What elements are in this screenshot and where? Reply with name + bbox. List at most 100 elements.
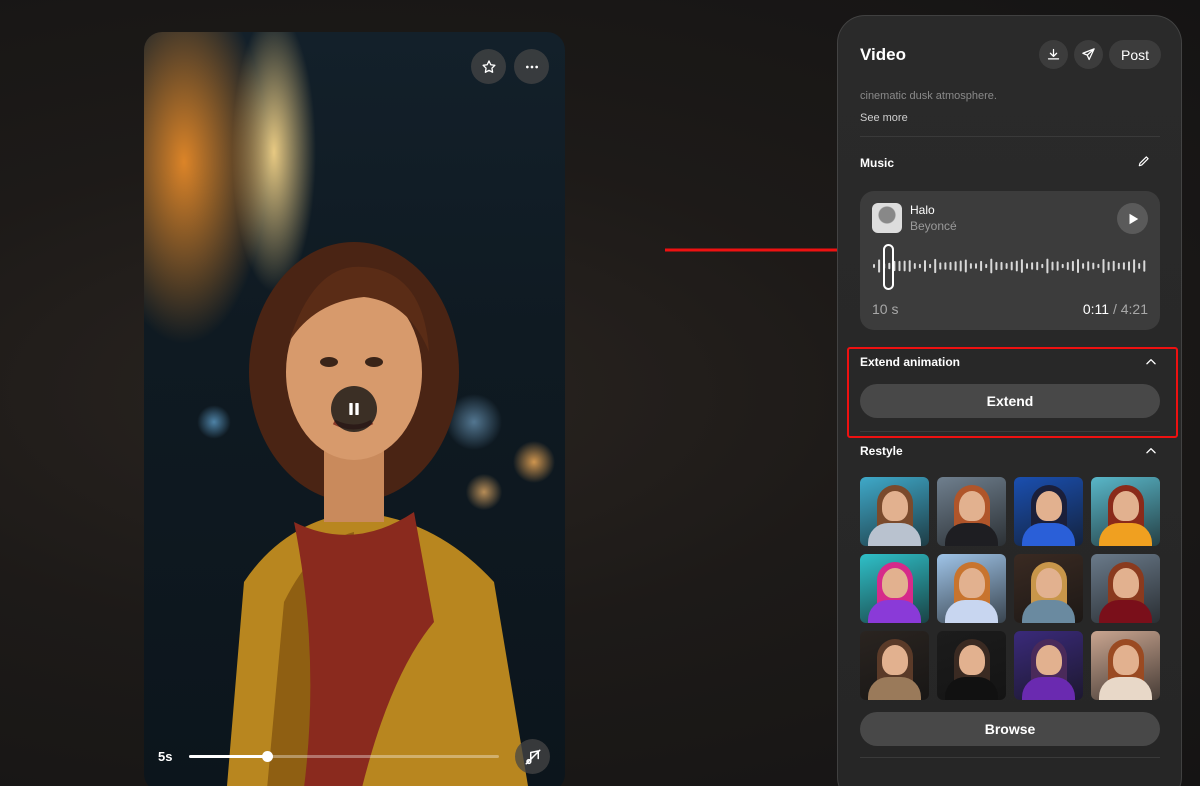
pause-icon: [349, 403, 359, 415]
restyle-thumbnail[interactable]: [1014, 477, 1083, 546]
more-options-button[interactable]: [514, 49, 549, 84]
thumbnail-body: [1099, 600, 1152, 623]
edit-music-button[interactable]: [1137, 154, 1151, 173]
restyle-thumbnail[interactable]: [1014, 631, 1083, 700]
thumbnail-body: [1099, 523, 1152, 546]
waveform-bar: [1077, 259, 1079, 273]
thumbnail-body: [1022, 600, 1075, 623]
more-horizontal-icon: [525, 65, 538, 68]
waveform-bar: [908, 260, 911, 272]
video-player[interactable]: 5s: [144, 32, 565, 786]
waveform-bar: [929, 263, 932, 269]
waveform-bar: [1138, 262, 1141, 270]
download-button[interactable]: [1039, 40, 1068, 69]
thumbnail-face: [1036, 568, 1062, 598]
waveform-bar: [873, 264, 875, 268]
prompt-description: cinematic dusk atmosphere.: [860, 90, 997, 102]
restyle-thumbnail[interactable]: [1014, 554, 1083, 623]
star-icon: [481, 59, 496, 73]
thumbnail-body: [945, 677, 998, 700]
music-play-button[interactable]: [1117, 203, 1148, 234]
waveform-bar: [878, 259, 881, 273]
restyle-grid: [860, 477, 1161, 700]
waveform-bar: [1015, 260, 1018, 272]
restyle-thumbnail[interactable]: [860, 477, 929, 546]
waveform-bar: [980, 260, 983, 272]
waveform-selection-handle[interactable]: [883, 244, 894, 290]
thumbnail-face: [882, 568, 908, 598]
restyle-thumbnail[interactable]: [860, 554, 929, 623]
waveform-bar: [990, 258, 993, 274]
waveform-bar: [1102, 258, 1105, 274]
progress-scrubber[interactable]: [261, 751, 273, 762]
waveform-bar: [964, 259, 967, 273]
waveform-bar: [959, 260, 962, 272]
pause-button[interactable]: [331, 386, 377, 432]
waveform-bar: [1046, 258, 1049, 274]
thumbnail-body: [945, 600, 998, 623]
restyle-thumbnail[interactable]: [937, 477, 1006, 546]
waveform-bar: [1071, 260, 1074, 272]
restyle-thumbnail[interactable]: [1091, 631, 1160, 700]
thumbnail-body: [945, 523, 998, 546]
restyle-thumbnail[interactable]: [1091, 477, 1160, 546]
browse-button[interactable]: Browse: [860, 712, 1160, 746]
audio-waveform[interactable]: [873, 241, 1149, 291]
waveform-bar: [969, 263, 972, 269]
music-card: Halo Beyoncé 10 s 0:11 / 4:21: [860, 191, 1160, 330]
restyle-thumbnail[interactable]: [937, 631, 1006, 700]
waveform-bar: [939, 262, 942, 270]
waveform-bar: [1041, 263, 1044, 269]
download-icon: [1047, 48, 1060, 60]
thumbnail-body: [1022, 677, 1075, 700]
waveform-bar: [1010, 261, 1013, 271]
music-duration: 4:21: [1120, 301, 1148, 317]
thumbnail-face: [1113, 645, 1139, 675]
restyle-thumbnail[interactable]: [860, 631, 929, 700]
waveform-bar: [1061, 263, 1064, 269]
collapse-restyle-button[interactable]: [1144, 444, 1158, 463]
waveform-bar: [1005, 263, 1008, 269]
thumbnail-face: [1036, 491, 1062, 521]
extend-section-title: Extend animation: [860, 355, 961, 369]
video-frame-subject: [227, 242, 528, 786]
waveform-bar: [1020, 259, 1023, 273]
restyle-thumbnail[interactable]: [1091, 554, 1160, 623]
share-button[interactable]: [1074, 40, 1103, 69]
waveform-bar: [1097, 263, 1100, 269]
waveform-bar: [1092, 262, 1095, 270]
send-icon: [1082, 48, 1095, 61]
music-time-position: 0:11 / 4:21: [1083, 301, 1148, 317]
waveform-bar: [1112, 260, 1115, 272]
panel-title: Video: [860, 45, 906, 64]
restyle-section-title: Restyle: [860, 444, 903, 458]
play-icon: [1129, 213, 1138, 224]
divider: [860, 136, 1160, 137]
collapse-extend-button[interactable]: [1144, 355, 1158, 374]
music-current-time: 0:11: [1082, 301, 1110, 317]
see-more-link[interactable]: See more: [860, 112, 908, 124]
restyle-thumbnail[interactable]: [937, 554, 1006, 623]
post-button[interactable]: Post: [1109, 40, 1161, 69]
waveform-bar: [1066, 262, 1069, 270]
favorite-button[interactable]: [471, 49, 506, 84]
thumbnail-body: [868, 600, 921, 623]
clip-length: 10 s: [872, 301, 899, 317]
waveform-bar: [1143, 260, 1146, 272]
waveform-bar: [944, 262, 947, 270]
mute-button[interactable]: [515, 739, 550, 774]
waveform-bar: [1133, 259, 1136, 273]
thumbnail-face: [959, 568, 985, 598]
thumbnail-face: [1036, 645, 1062, 675]
time-separator: /: [1109, 301, 1121, 317]
progress-bar[interactable]: [189, 751, 499, 762]
waveform-bar: [903, 260, 906, 272]
waveform-bar: [1000, 261, 1003, 271]
waveform-bar: [1056, 261, 1059, 271]
waveform-bar: [1087, 261, 1090, 271]
thumbnail-face: [882, 491, 908, 521]
thumbnail-face: [1113, 568, 1139, 598]
waveform-bar: [898, 260, 901, 272]
extend-button[interactable]: Extend: [860, 384, 1160, 418]
thumbnail-body: [1099, 677, 1152, 700]
